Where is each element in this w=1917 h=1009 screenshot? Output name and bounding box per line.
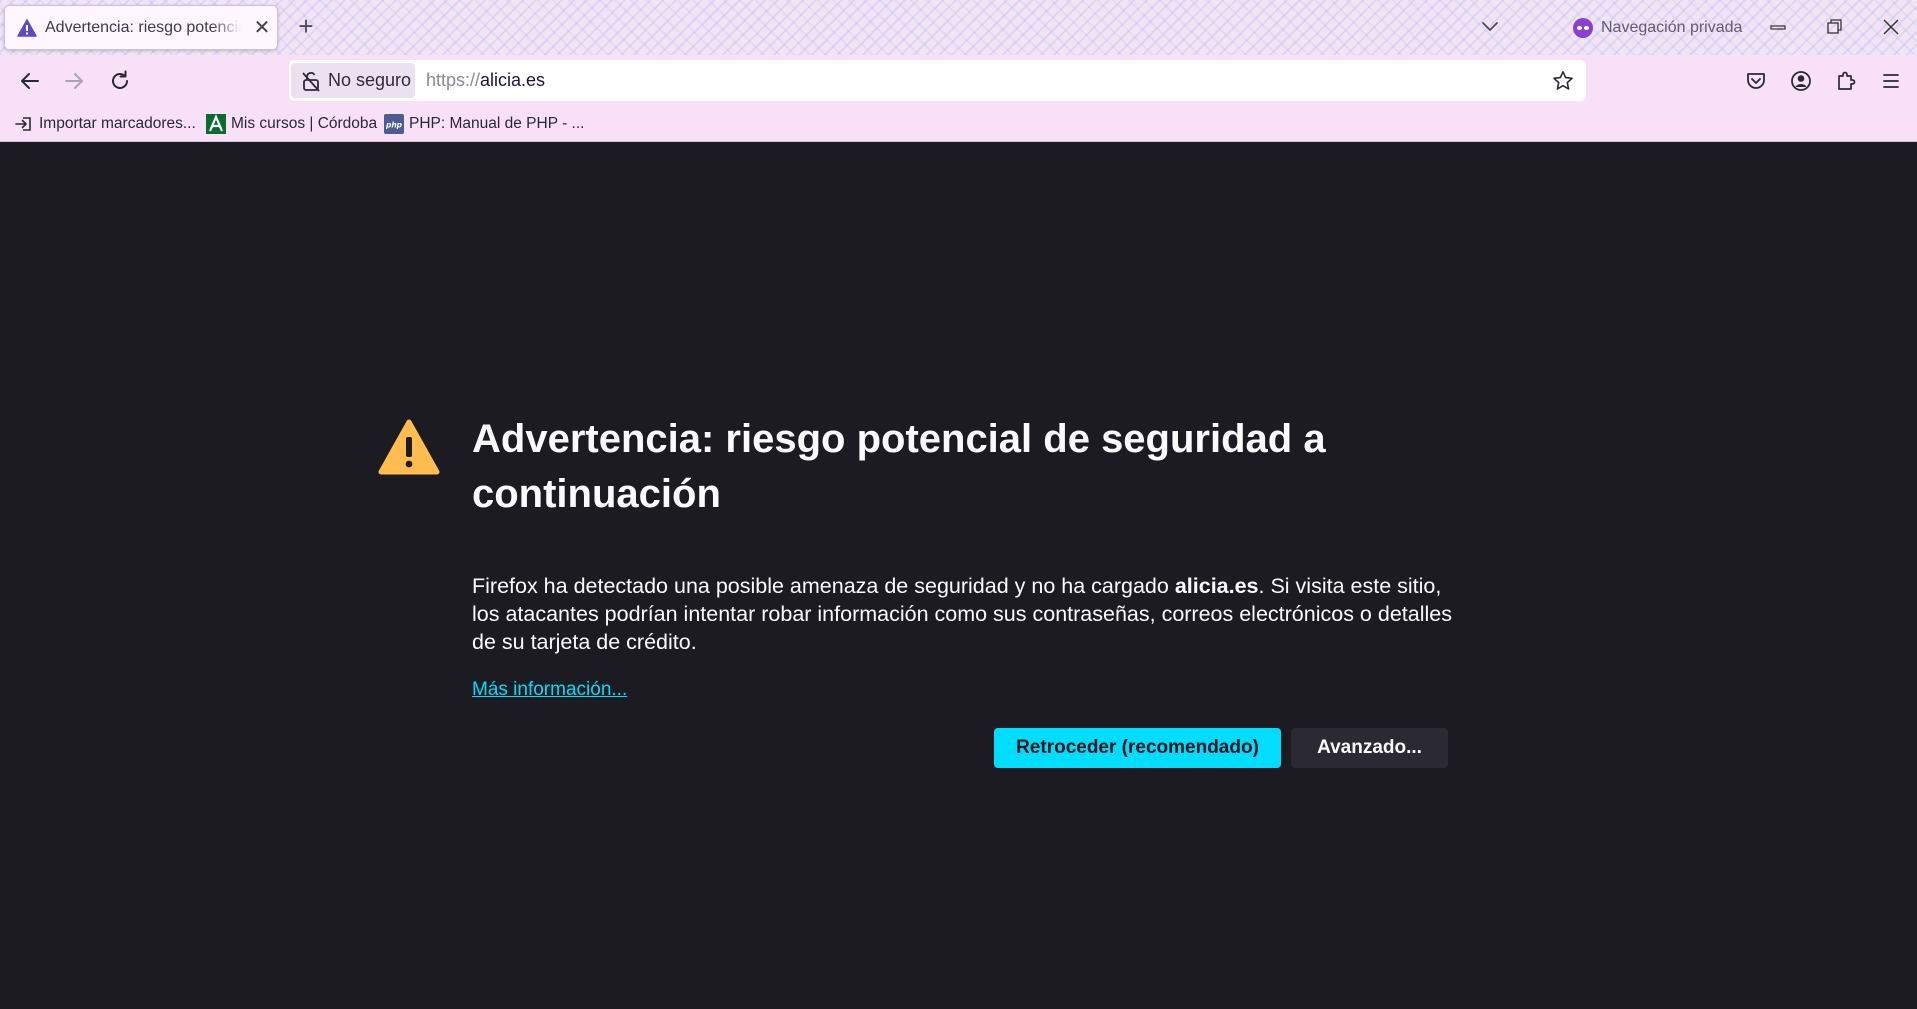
new-tab-button[interactable]: + [293,13,319,39]
broken-lock-icon [302,72,320,92]
advanced-button[interactable]: Avanzado... [1291,728,1448,768]
description-host: alicia.es [1174,574,1259,598]
restore-icon[interactable] [1821,14,1847,40]
reload-icon[interactable] [106,67,134,95]
svg-text:php: php [385,121,403,130]
extensions-icon[interactable] [1832,67,1860,95]
bookmark-label: Importar marcadores... [39,115,196,132]
go-back-button[interactable]: Retroceder (recomendado) [994,728,1281,768]
bookmark-star-icon[interactable] [1551,69,1575,93]
forward-icon[interactable] [60,67,88,95]
pocket-icon[interactable] [1742,67,1770,95]
url-host: alicia.es [480,70,546,90]
private-browsing-label: Navegación privada [1601,19,1743,36]
url-bar[interactable]: No seguro https://alicia.es [289,60,1586,101]
tab-close-icon[interactable]: ✕ [251,17,273,39]
bookmarks-toolbar: Importar marcadores... Mis cursos | Córd… [0,107,1917,142]
warning-icon [378,419,440,475]
tab-title: Advertencia: riesgo potencial de segurid… [45,19,241,36]
account-icon[interactable] [1787,67,1815,95]
back-icon[interactable] [16,67,44,95]
bookmark-label: Mis cursos | Córdoba [231,115,378,132]
menu-icon[interactable] [1877,67,1905,95]
import-icon [15,117,31,131]
description-text: Firefox ha detectado una posible amenaza… [472,574,1175,598]
minimize-icon[interactable] [1765,14,1791,40]
tab-strip: Advertencia: riesgo potencial de segurid… [0,0,1917,55]
navigation-toolbar: No seguro https://alicia.es [0,55,1917,107]
url-text[interactable]: https://alicia.es [426,70,545,91]
private-mask-icon [1573,18,1593,38]
site-identity-button[interactable]: No seguro [291,63,415,98]
error-page: Advertencia: riesgo potencial de segurid… [0,142,1917,1009]
chevron-down-icon[interactable] [1478,14,1502,38]
php-icon: php [384,114,404,134]
tab-active[interactable]: Advertencia: riesgo potencial de segurid… [4,5,278,50]
page-title: Advertencia: riesgo potencial de segurid… [472,417,1326,516]
andalucia-logo-icon [206,114,226,134]
close-window-icon[interactable] [1878,14,1904,40]
warning-icon [17,19,37,37]
error-description: Firefox ha detectado una posible amenaza… [472,572,1472,656]
bookmark-label: PHP: Manual de PHP - ... [409,115,585,132]
not-secure-label: No seguro [328,70,412,90]
url-scheme: https:// [426,70,481,90]
learn-more-link[interactable]: Más información... [472,679,627,701]
